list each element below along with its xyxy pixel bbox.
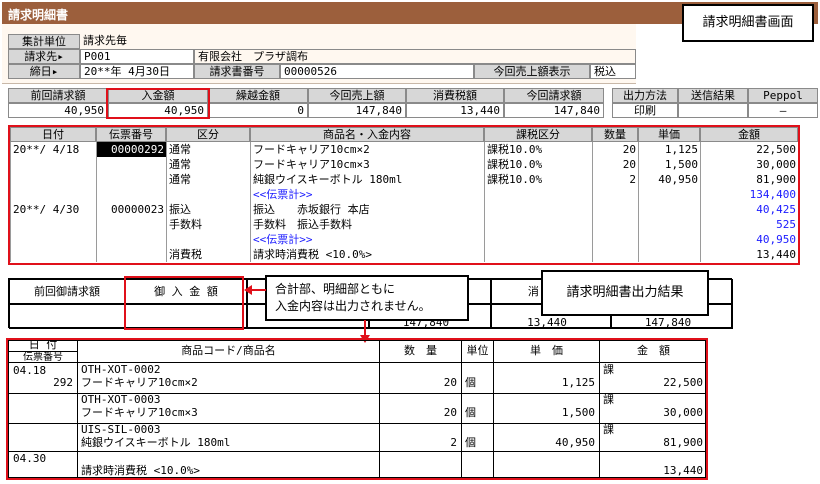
callout-note: 合計部、明細部ともに 入金内容は出力されません。	[265, 275, 469, 321]
summary-header: 今回売上額	[308, 88, 406, 103]
summary-header: 前回請求額	[8, 88, 108, 103]
send-result-value	[678, 103, 748, 118]
peppol-value: ―	[748, 103, 818, 118]
payment-highlight	[106, 88, 210, 119]
tax-value: 13,440	[406, 103, 504, 118]
print-sum-header: 前回御請求額	[9, 279, 125, 304]
billing-value: 147,840	[504, 103, 604, 118]
customer-code-input[interactable]: P001	[80, 49, 194, 64]
print-detail-highlight	[6, 338, 708, 480]
customer-name: 有限会社 プラザ調布	[194, 49, 636, 64]
summary-header: 今回請求額	[504, 88, 604, 103]
arrow-icon	[244, 285, 266, 295]
note-line: 合計部、明細部ともに	[275, 282, 396, 296]
callout-output: 請求明細書出力結果	[541, 270, 709, 316]
display-label: 今回売上額表示	[474, 64, 590, 79]
peppol-label: Peppol	[748, 88, 818, 103]
invoice-no-value: 00000526	[280, 64, 474, 79]
print-sum-value	[9, 304, 125, 329]
customer-label: 請求先▸	[8, 49, 80, 64]
detail-highlight	[8, 125, 800, 265]
print-payment-highlight	[124, 276, 244, 330]
close-date-label: 締日▸	[8, 64, 80, 79]
close-date-input[interactable]: 20**年 4月30日	[80, 64, 194, 79]
summary-table: 前回請求額 入金額 繰越金額 今回売上額 消費税額 今回請求額 40,950 4…	[8, 88, 604, 120]
carryover-value: 0	[208, 103, 308, 118]
summary-header: 消費税額	[406, 88, 504, 103]
sales-value: 147,840	[308, 103, 406, 118]
callout-screen: 請求明細書画面	[682, 4, 814, 42]
invoice-no-label: 請求書番号	[194, 64, 280, 79]
display-value[interactable]: 税込	[590, 64, 636, 79]
unit-label: 集計単位	[8, 34, 80, 49]
note-line: 入金内容は出力されません。	[275, 299, 431, 313]
out-method-label: 出力方法	[612, 88, 678, 103]
summary-header: 繰越金額	[208, 88, 308, 103]
unit-value[interactable]: 請求先毎	[80, 34, 636, 49]
send-result-label: 送信結果	[678, 88, 748, 103]
out-method-value[interactable]: 印刷	[612, 103, 678, 118]
prev-billing-value: 40,950	[8, 103, 108, 118]
